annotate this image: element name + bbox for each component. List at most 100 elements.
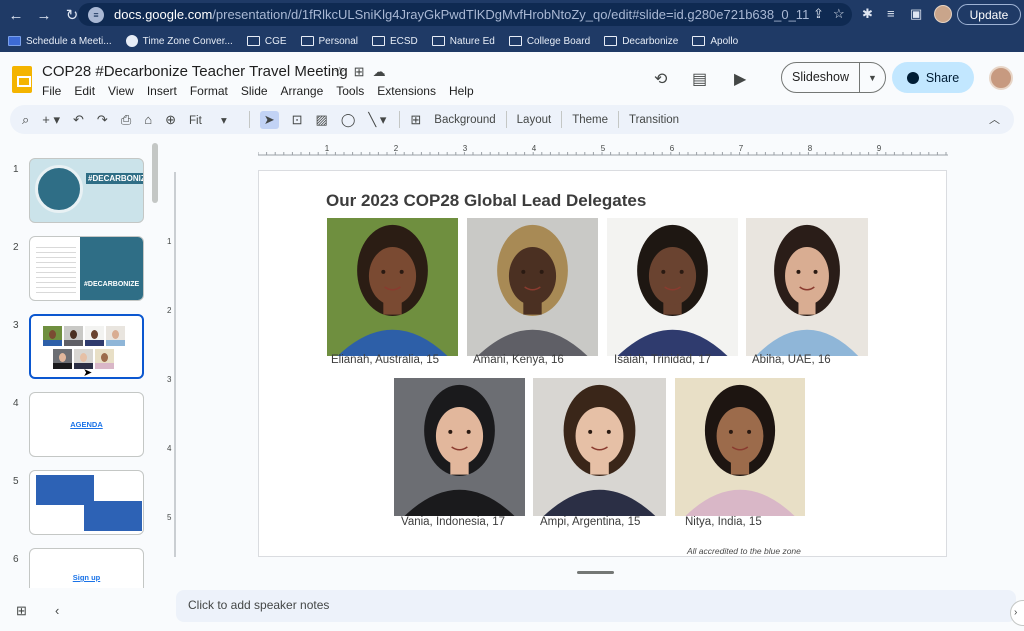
star-icon[interactable]: ☆ [334, 64, 354, 79]
move-folder-icon[interactable]: ⊞ [354, 64, 373, 79]
bookmark-item[interactable]: Schedule a Meeti... [8, 36, 112, 47]
grid-view-icon[interactable]: ⊞ [16, 603, 27, 619]
filmstrip-slide-5[interactable]: 5 [0, 468, 160, 538]
speaker-notes-placeholder[interactable]: Click to add speaker notes [188, 598, 329, 612]
comments-icon[interactable]: ▤ [692, 69, 707, 89]
bookmark-star-icon[interactable]: ☆ [833, 6, 845, 22]
notes-resize-handle[interactable] [577, 571, 614, 574]
browser-profile-avatar[interactable] [934, 5, 952, 23]
transition-button[interactable]: Transition [629, 114, 679, 126]
chevron-down-icon[interactable]: ▼ [860, 73, 885, 83]
address-bar[interactable]: ≡ docs.google.com/presentation/d/1fRlkcU… [78, 3, 852, 26]
meet-camera-icon[interactable]: ▶ [734, 69, 746, 89]
select-tool-icon[interactable]: ➤ [259, 110, 279, 129]
document-title[interactable]: COP28 #Decarbonize Teacher Travel Meetin… [42, 63, 348, 80]
bookmark-folder[interactable]: Apollo [692, 36, 738, 47]
delegate-caption[interactable]: Elianah, Australia, 15 [331, 354, 439, 366]
version-history-icon[interactable]: ⟲ [654, 69, 667, 89]
reading-list-icon[interactable]: ≡ [887, 6, 895, 21]
delegate-caption[interactable]: Vania, Indonesia, 17 [401, 516, 505, 528]
delegate-caption[interactable]: Nitya, India, 15 [685, 516, 762, 528]
slide-title[interactable]: Our 2023 COP28 Global Lead Delegates [326, 191, 646, 211]
collapse-filmstrip-icon[interactable]: ‹ [55, 603, 59, 618]
menu-edit[interactable]: Edit [74, 84, 95, 98]
delegate-caption[interactable]: Isaiah, Trinidad, 17 [614, 354, 711, 366]
portrait-graphic [746, 218, 868, 356]
menu-slide[interactable]: Slide [241, 84, 268, 98]
bookmark-folder[interactable]: CGE [246, 36, 287, 47]
bookmark-folder[interactable]: ECSD [371, 36, 418, 47]
slide-footnote[interactable]: All accredited to the blue zone [687, 546, 801, 556]
bookmark-folder[interactable]: College Board [508, 36, 590, 47]
thumbnail-face [101, 353, 108, 362]
add-comment-icon[interactable]: ⊞ [410, 112, 421, 128]
delegate-photo[interactable] [327, 218, 458, 356]
paint-format-icon[interactable]: ⌂ [144, 112, 152, 127]
slide-thumbnail[interactable]: Sign up [29, 548, 144, 588]
site-info-icon[interactable]: ≡ [88, 6, 104, 23]
slides-logo-icon[interactable] [12, 66, 32, 93]
text-box-icon[interactable]: ⊡ [292, 112, 303, 128]
bookmark-folder[interactable]: Decarbonize [604, 36, 678, 47]
search-menus-icon[interactable]: ⌕ [22, 112, 29, 128]
back-icon[interactable]: ← [4, 3, 28, 27]
filmstrip-slide-6[interactable]: 6 Sign up [0, 546, 160, 588]
shape-icon[interactable]: ◯ [341, 112, 356, 128]
collapse-toolbar-icon[interactable]: ︿ [989, 111, 1000, 127]
cloud-status-icon[interactable]: ☁ [373, 64, 394, 79]
slide-thumbnail[interactable]: #DECARBONIZE [29, 236, 144, 301]
menu-view[interactable]: View [108, 84, 134, 98]
delegate-photo[interactable] [394, 378, 525, 516]
menu-format[interactable]: Format [190, 84, 228, 98]
filmstrip-scrollbar[interactable] [152, 143, 158, 203]
new-slide-icon[interactable]: + ▾ [42, 112, 60, 128]
side-panel-icon[interactable]: ▣ [910, 6, 922, 22]
bookmark-item[interactable]: Time Zone Conver... [125, 35, 233, 47]
filmstrip-slide-2[interactable]: 2 #DECARBONIZE [0, 234, 160, 304]
background-button[interactable]: Background [434, 114, 495, 126]
delegate-caption[interactable]: Abiha, UAE, 16 [752, 354, 831, 366]
speaker-notes-panel[interactable]: Click to add speaker notes [176, 590, 1016, 622]
menu-help[interactable]: Help [449, 84, 474, 98]
menu-extensions[interactable]: Extensions [377, 84, 436, 98]
slide-thumbnail[interactable] [29, 470, 144, 535]
filmstrip-slide-4[interactable]: 4 AGENDA [0, 390, 160, 460]
filmstrip-slide-3[interactable]: 3 [0, 312, 160, 382]
menu-arrange[interactable]: Arrange [281, 84, 324, 98]
current-slide[interactable]: Our 2023 COP28 Global Lead Delegates Eli… [258, 170, 947, 557]
redo-icon[interactable]: ↷ [97, 112, 108, 128]
line-icon[interactable]: ╲ ▾ [368, 112, 386, 128]
bookmark-folder[interactable]: Nature Ed [431, 36, 495, 47]
menu-insert[interactable]: Insert [147, 84, 177, 98]
theme-button[interactable]: Theme [572, 114, 608, 126]
slideshow-button[interactable]: Slideshow ▼ [781, 62, 886, 93]
menu-file[interactable]: File [42, 84, 61, 98]
delegate-photo[interactable] [746, 218, 868, 356]
bookmark-folder[interactable]: Personal [300, 36, 358, 47]
extensions-icon[interactable]: ✱ [862, 6, 873, 22]
delegate-photo[interactable] [467, 218, 598, 356]
print-icon[interactable]: ⎙ [121, 112, 131, 128]
share-label: Share [925, 70, 960, 85]
share-page-icon[interactable]: ⇪ [813, 6, 824, 22]
slide-thumbnail[interactable]: AGENDA [29, 392, 144, 457]
filmstrip-slide-1[interactable]: 1 #DECARBONIZE [0, 156, 160, 226]
delegate-photo[interactable] [607, 218, 738, 356]
delegate-caption[interactable]: Ampi, Argentina, 15 [540, 516, 640, 528]
zoom-select[interactable]: Fit ▾ [189, 113, 227, 127]
delegate-caption[interactable]: Amani, Kenya, 16 [473, 354, 564, 366]
delegate-photo[interactable] [533, 378, 666, 516]
insert-image-icon[interactable]: ▨ [316, 112, 328, 128]
menu-tools[interactable]: Tools [336, 84, 364, 98]
delegate-photo[interactable] [675, 378, 805, 516]
slide-thumbnail[interactable]: #DECARBONIZE [29, 158, 144, 223]
forward-icon[interactable]: → [32, 3, 56, 27]
share-button[interactable]: Share [892, 62, 974, 93]
layout-button[interactable]: Layout [517, 114, 552, 126]
zoom-icon[interactable]: ⊕ [165, 112, 176, 128]
slideshow-label[interactable]: Slideshow [782, 63, 860, 92]
update-button[interactable]: Update [957, 4, 1021, 25]
side-panel-toggle-icon[interactable]: › [1010, 600, 1024, 626]
undo-icon[interactable]: ↶ [73, 112, 84, 128]
account-avatar[interactable] [989, 66, 1013, 90]
